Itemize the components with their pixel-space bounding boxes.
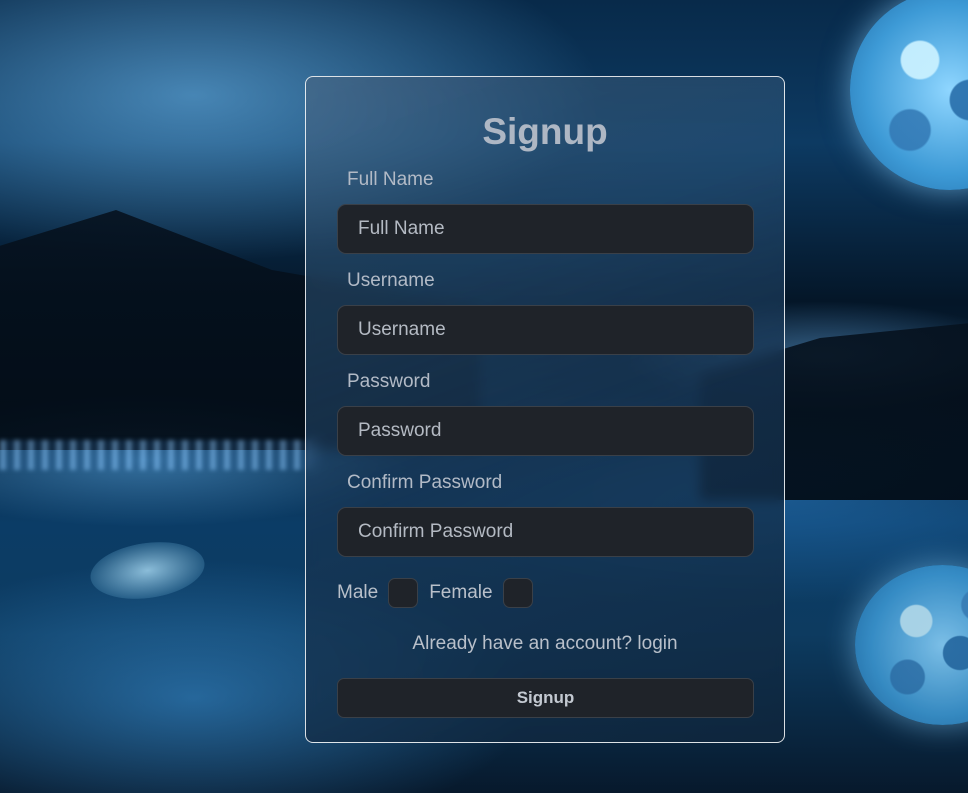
login-prompt: Already have an account? login [337, 629, 753, 659]
confirm-password-input[interactable] [337, 507, 754, 557]
female-label: Female [429, 582, 493, 603]
full-name-input[interactable] [337, 204, 754, 254]
female-checkbox[interactable] [502, 578, 533, 608]
signup-card: Signup Full Name Username Password Confi… [305, 76, 785, 743]
male-checkbox[interactable] [388, 578, 419, 608]
background-floating-leaf [86, 535, 209, 606]
background-water-reflection [0, 440, 320, 470]
login-prompt-text: Already have an account? [412, 633, 633, 654]
background-moon [850, 0, 968, 190]
signup-button[interactable]: Signup [337, 678, 754, 718]
confirm-password-label: Confirm Password [347, 472, 503, 493]
background-moon-reflection [855, 565, 968, 725]
password-label: Password [347, 371, 431, 392]
password-input[interactable] [337, 406, 754, 456]
page-title: Signup [482, 111, 608, 152]
login-link[interactable]: login [637, 633, 677, 654]
male-label: Male [337, 582, 379, 603]
gender-row: Male Female [337, 578, 753, 608]
username-input[interactable] [337, 305, 754, 355]
full-name-label: Full Name [347, 169, 434, 190]
username-label: Username [347, 270, 435, 291]
